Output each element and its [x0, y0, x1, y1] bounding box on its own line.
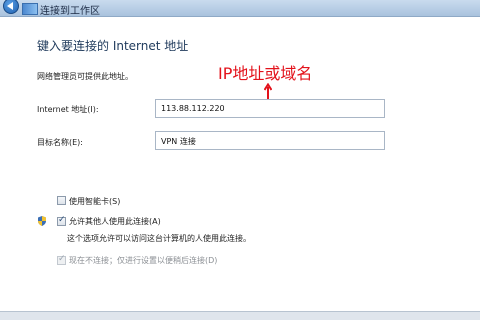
annotation-text: IP地址或域名: [218, 64, 313, 83]
allow-others-description: 这个选项允许可以访问这台计算机的人使用此连接。: [67, 234, 251, 243]
dont-connect-checkbox[interactable]: [57, 254, 66, 265]
allow-others-checkbox[interactable]: [57, 215, 66, 226]
smartcard-checkbox[interactable]: [57, 196, 66, 205]
dont-connect-label[interactable]: 现在不连接；仅进行设置以便稍后连接(D): [69, 255, 217, 266]
title-bar: 连接到工作区: [0, 0, 480, 17]
internet-address-input[interactable]: 113.88.112.220: [155, 99, 385, 118]
smartcard-label[interactable]: 使用智能卡(S): [69, 196, 120, 207]
network-icon: [22, 3, 38, 15]
window-title: 连接到工作区: [40, 6, 100, 17]
back-arrow-icon[interactable]: [3, 0, 19, 14]
allow-others-label[interactable]: 允许其他人使用此连接(A): [69, 216, 161, 227]
internet-address-label: Internet 地址(I):: [37, 105, 99, 114]
footer-bar: [0, 311, 480, 320]
destination-name-label: 目标名称(E):: [37, 138, 83, 147]
hint-text: 网络管理员可提供此地址。: [37, 72, 133, 81]
page-heading: 键入要连接的 Internet 地址: [37, 39, 189, 53]
destination-name-input[interactable]: VPN 连接: [155, 131, 385, 150]
shield-icon: [38, 216, 46, 226]
